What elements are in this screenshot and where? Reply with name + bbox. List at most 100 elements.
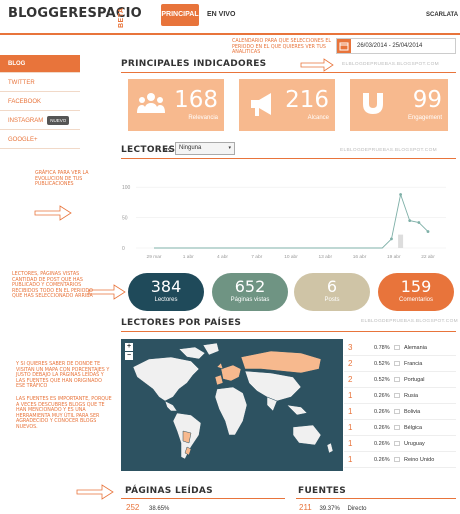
country-row[interactable]: 2 0.52% Francia [344,356,456,372]
bar-marker [398,234,404,248]
country-count: 2 [348,359,353,368]
compare-select[interactable]: Ninguna ▾ [175,142,235,155]
chevron-down-icon: ▾ [228,145,231,151]
compare-select-value: Ninguna [179,145,202,151]
country-count: 1 [348,439,353,448]
tab-principal[interactable]: PRINCIPAL [161,4,199,26]
sidebar-item-facebook[interactable]: FACEBOOK [0,93,80,111]
country-row[interactable]: 1 0.26% Uruguay [344,436,456,452]
people-icon [137,93,165,113]
world-map-graphic [132,342,334,460]
country-count: 1 [348,407,353,416]
country-pct: 0.26% [374,409,390,415]
summary-value: 6 [326,277,338,296]
country-count: 1 [348,423,353,432]
sources-row[interactable]: 211 39.37% Directo [299,503,366,514]
country-row[interactable]: 1 0.26% Bolivia [344,404,456,420]
kpi-engagement: 99 Engagement [350,79,448,131]
sidebar-item-label: BLOG [8,61,26,67]
header-divider [0,33,460,35]
country-pct: 0.26% [374,393,390,399]
data-point [408,219,412,223]
country-row[interactable]: 1 0.26% Bélgica [344,420,456,436]
country-name: Francia [404,361,423,367]
world-map[interactable]: + − [121,339,343,471]
row-pct: 39.37% [319,506,340,512]
calendar-icon [337,39,351,53]
summary-label: Comentarios [398,297,433,303]
note-map: Y SI QUIERES SABER DE DONDE TE VISITAN U… [16,362,110,390]
country-bar [394,425,400,430]
country-name: Rusia [404,393,419,399]
indicators-title: PRINCIPALES INDICADORES [121,59,267,69]
summary-lectores: 384 Lectores [128,273,204,311]
sidebar-item-label: FACEBOOK [8,99,42,105]
countries-title: LECTORES POR PAÍSES [121,318,242,328]
kpi-label: Alcance [307,115,329,121]
x-tick-label: 16 abr [353,254,367,260]
country-pct: 0.26% [374,457,390,463]
country-pct: 0.26% [374,425,390,431]
country-row[interactable]: 3 0.78% Alemania [344,340,456,356]
x-tick-label: 4 abr [217,254,228,260]
x-tick-label: 19 abr [387,254,401,260]
tab-en-vivo[interactable]: EN VIVO [207,4,235,26]
country-pct: 0.52% [374,361,390,367]
arrow-icon [34,205,72,221]
x-tick-label: 7 abr [251,254,262,260]
country-pct: 0.52% [374,377,390,383]
sidebar-item-label: TWITTER [8,80,35,86]
row-count: 211 [299,503,312,512]
summary-paginas-vistas: 652 Páginas vistas [212,273,288,311]
summary-value: 159 [400,277,432,296]
summary-label: Posts [324,297,340,303]
arrow-icon [88,284,126,300]
summary-posts: 6 Posts [294,273,370,311]
summary-value: 384 [150,277,182,296]
country-name: Reino Unido [404,457,435,463]
y-tick-label: 100 [122,185,131,191]
new-badge: NUEVO [47,115,70,125]
date-range-picker[interactable]: 26/03/2014 - 25/04/2014 [336,38,456,54]
sidebar-item-blog[interactable]: BLOG [0,55,80,73]
note-sources: LAS FUENTES ES IMPORTANTE, PORQUE A VECE… [16,397,112,430]
country-count: 1 [348,455,353,464]
country-name: Uruguay [404,441,425,447]
sidebar-item-twitter[interactable]: TWITTER [0,74,80,92]
date-range-value: 26/03/2014 - 25/04/2014 [357,43,423,49]
country-name: Portugal [404,377,425,383]
country-pct: 0.78% [374,345,390,351]
sidebar-item-label: INSTAGRAM [8,118,44,124]
kpi-label: Engagement [407,115,442,121]
sidebar-item-google-plus[interactable]: GOOGLE+ [0,131,80,149]
sidebar-item-instagram[interactable]: INSTAGRAM NUEVO [0,112,80,130]
megaphone-icon [251,93,271,116]
beta-label: BETA [118,7,125,28]
y-tick-label: 0 [122,246,125,252]
section-divider [121,331,456,332]
arrow-icon [300,58,334,72]
sources-title: FUENTES [298,486,347,496]
pages-read-row[interactable]: 252 38.65% [126,503,169,514]
kpi-label: Relevancia [188,115,218,121]
country-row[interactable]: 1 0.26% Reino Unido [344,452,456,468]
summary-value: 652 [234,277,266,296]
country-row[interactable]: 2 0.52% Portugal [344,372,456,388]
country-count: 1 [348,391,353,400]
country-bar [394,361,400,366]
data-point [399,193,402,196]
vs-label: vs [164,147,171,154]
kpi-value: 168 [174,87,218,113]
summary-label: Páginas vistas [230,297,270,303]
x-tick-label: 1 abr [183,254,194,260]
row-name: Directo [347,506,367,512]
user-name[interactable]: SCARLATA [426,4,458,26]
sidebar-item-label: GOOGLE+ [8,137,38,143]
blog-url: ELBLOGDEPRUEBAS.BLOGSPOT.COM [340,148,437,153]
note-graph: GRÁFICA PARA VER LA EVOLUCION DE TUS PUB… [35,171,89,188]
country-bar [394,457,400,462]
map-zoom-in-button[interactable]: + [125,343,133,351]
map-zoom-out-button[interactable]: − [125,352,133,360]
country-row[interactable]: 1 0.26% Rusia [344,388,456,404]
x-tick-label: 29 mar [147,254,162,260]
